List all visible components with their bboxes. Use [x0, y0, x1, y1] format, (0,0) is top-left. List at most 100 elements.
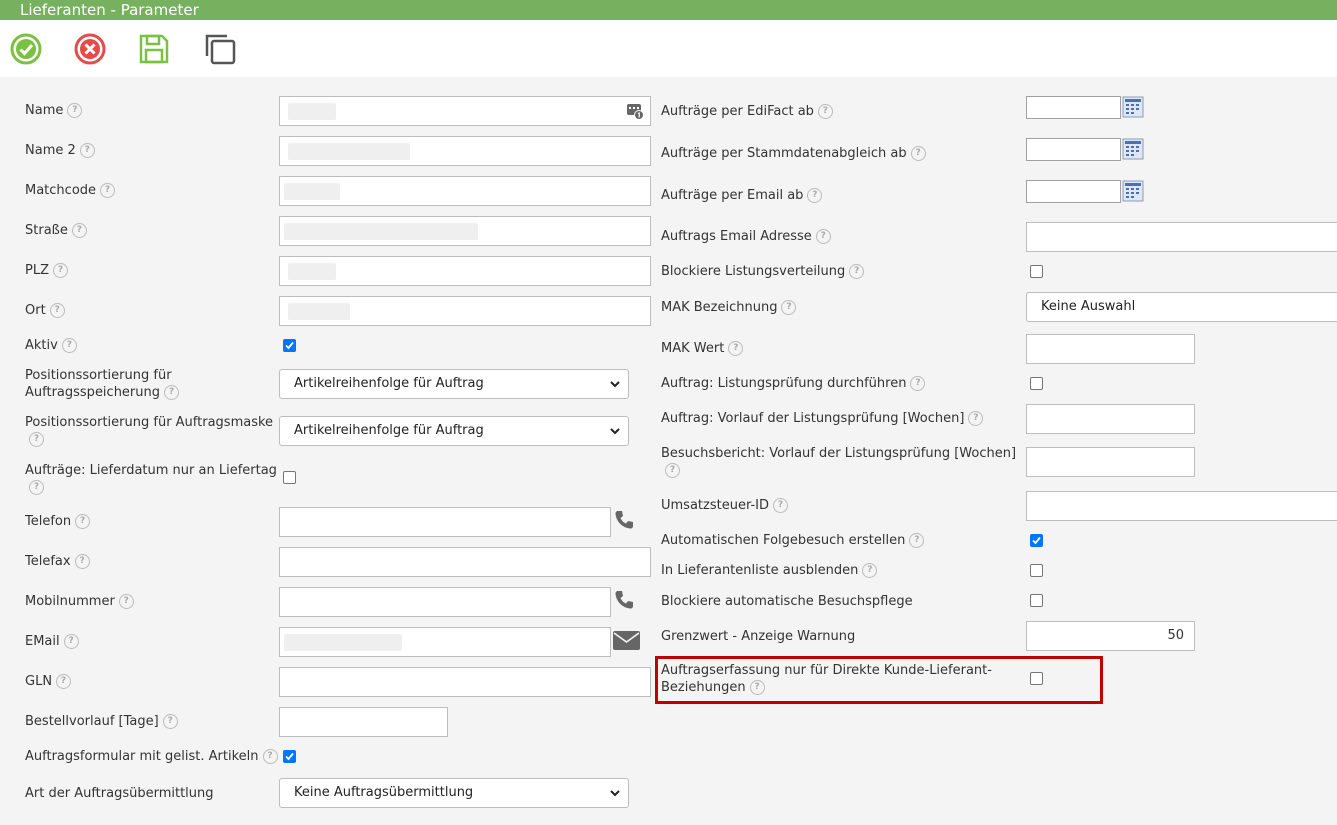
help-icon[interactable]: ? — [849, 264, 865, 279]
email-adresse-input[interactable] — [1026, 222, 1337, 252]
floppy-disk-icon[interactable] — [137, 32, 171, 66]
cancel-circle-icon[interactable] — [73, 32, 107, 66]
help-icon[interactable]: ? — [164, 385, 180, 400]
folgebesuch-checkbox[interactable] — [1030, 534, 1043, 547]
chevron-down-icon — [610, 790, 620, 797]
phone-icon[interactable] — [613, 589, 635, 611]
help-icon[interactable]: ? — [29, 480, 44, 495]
pos-speicherung-select[interactable]: Artikelreihenfolge für Auftrag — [279, 369, 629, 399]
name2-input[interactable] — [279, 136, 651, 166]
vorlauf-listung-input[interactable] — [1026, 404, 1195, 434]
window-titlebar: Lieferanten - Parameter — [0, 0, 1337, 20]
label-besuchspflege: Blockiere automatische Besuchspflege — [661, 594, 913, 609]
checkmark-icon — [285, 341, 294, 350]
uebermittlung-select[interactable]: Keine Auftragsübermittlung — [279, 778, 629, 808]
keyboard-icon[interactable] — [626, 102, 644, 120]
label-name2: Name 2? — [25, 142, 95, 159]
blockiere-listung-checkbox[interactable] — [1030, 265, 1043, 278]
email-input[interactable] — [279, 627, 611, 657]
help-icon[interactable]: ? — [815, 229, 831, 244]
calendar-icon[interactable] — [1122, 138, 1144, 160]
ort-input[interactable] — [279, 296, 651, 326]
calendar-icon[interactable] — [1122, 96, 1144, 118]
envelope-icon[interactable] — [612, 630, 641, 651]
help-icon[interactable]: ? — [79, 143, 95, 158]
label-grenzwert: Grenzwert - Anzeige Warnung — [661, 629, 856, 644]
pos-maske-select[interactable]: Artikelreihenfolge für Auftrag — [279, 416, 629, 446]
toolbar — [0, 20, 1337, 77]
besuchsbericht-input[interactable] — [1026, 447, 1195, 477]
ausblenden-checkbox[interactable] — [1030, 564, 1043, 577]
mak-bez-select[interactable]: Keine Auswahl — [1026, 292, 1337, 322]
help-icon[interactable]: ? — [728, 341, 744, 356]
label-mobil: Mobilnummer? — [25, 593, 134, 610]
help-icon[interactable]: ? — [262, 749, 278, 764]
auftragsformular-checkbox[interactable] — [283, 750, 296, 763]
label-email: EMail? — [25, 633, 79, 650]
help-icon[interactable]: ? — [862, 563, 878, 578]
label-gln: GLN? — [25, 673, 72, 690]
help-icon[interactable]: ? — [910, 146, 926, 161]
highlight-box — [655, 656, 1103, 704]
telefax-input[interactable] — [279, 547, 651, 577]
help-icon[interactable]: ? — [74, 554, 90, 569]
redacted-value — [288, 143, 410, 160]
label-stammdaten: Aufträge per Stammdatenabgleich ab? — [661, 145, 926, 162]
help-icon[interactable]: ? — [162, 714, 178, 729]
redacted-value — [284, 634, 402, 651]
matchcode-input[interactable] — [279, 176, 651, 206]
help-icon[interactable]: ? — [75, 514, 91, 529]
calendar-icon[interactable] — [1122, 180, 1144, 202]
label-besuchsbericht: Besuchsbericht: Vorlauf der Listungsprüf… — [661, 445, 1016, 479]
help-icon[interactable]: ? — [909, 533, 925, 548]
grenzwert-input[interactable]: 50 — [1026, 621, 1195, 651]
label-edifact: Aufträge per EdiFact ab? — [661, 103, 833, 120]
edifact-date-input[interactable] — [1026, 96, 1121, 119]
plz-input[interactable] — [279, 256, 651, 286]
label-email-ab: Aufträge per Email ab? — [661, 187, 823, 204]
label-pos-maske: Positionssortierung für Auftragsmaske ? — [25, 414, 273, 448]
help-icon[interactable]: ? — [665, 463, 680, 478]
help-icon[interactable]: ? — [63, 634, 79, 649]
name-input[interactable] — [279, 96, 651, 126]
checkmark-icon — [285, 752, 294, 761]
strasse-input[interactable] — [279, 216, 651, 246]
besuchspflege-checkbox[interactable] — [1030, 594, 1043, 607]
label-vorlauf-listung: Auftrag: Vorlauf der Listungsprüfung [Wo… — [661, 410, 984, 427]
copy-icon[interactable] — [203, 32, 237, 66]
help-icon[interactable]: ? — [29, 432, 44, 447]
mobil-input[interactable] — [279, 587, 611, 617]
aktiv-checkbox[interactable] — [283, 339, 296, 352]
help-icon[interactable]: ? — [71, 223, 87, 238]
select-value: Keine Auswahl — [1041, 299, 1136, 314]
help-icon[interactable]: ? — [968, 411, 984, 426]
label-strasse: Straße? — [25, 222, 87, 239]
help-icon[interactable]: ? — [49, 303, 65, 318]
lieferdatum-checkbox[interactable] — [283, 471, 296, 484]
label-email-adresse: Auftrags Email Adresse? — [661, 228, 831, 245]
mak-wert-input[interactable] — [1026, 334, 1195, 364]
help-icon[interactable]: ? — [807, 188, 823, 203]
help-icon[interactable]: ? — [61, 338, 77, 353]
telefon-input[interactable] — [279, 507, 611, 537]
email-ab-date-input[interactable] — [1026, 180, 1121, 203]
help-icon[interactable]: ? — [56, 674, 72, 689]
label-matchcode: Matchcode? — [25, 182, 116, 199]
help-icon[interactable]: ? — [773, 498, 788, 513]
gln-input[interactable] — [279, 667, 651, 697]
help-icon[interactable]: ? — [910, 376, 926, 391]
label-telefax: Telefax? — [25, 553, 90, 570]
help-icon[interactable]: ? — [67, 103, 83, 118]
phone-icon[interactable] — [613, 509, 635, 531]
help-icon[interactable]: ? — [781, 300, 797, 315]
help-icon[interactable]: ? — [817, 104, 833, 119]
label-aktiv: Aktiv? — [25, 337, 77, 354]
help-icon[interactable]: ? — [53, 263, 68, 278]
help-icon[interactable]: ? — [100, 183, 116, 198]
help-icon[interactable]: ? — [118, 594, 134, 609]
bestellvorlauf-input[interactable] — [279, 707, 448, 737]
listungspruefung-checkbox[interactable] — [1030, 377, 1043, 390]
ust-id-input[interactable] — [1026, 491, 1337, 521]
check-circle-icon[interactable] — [9, 32, 43, 66]
stammdaten-date-input[interactable] — [1026, 138, 1121, 161]
